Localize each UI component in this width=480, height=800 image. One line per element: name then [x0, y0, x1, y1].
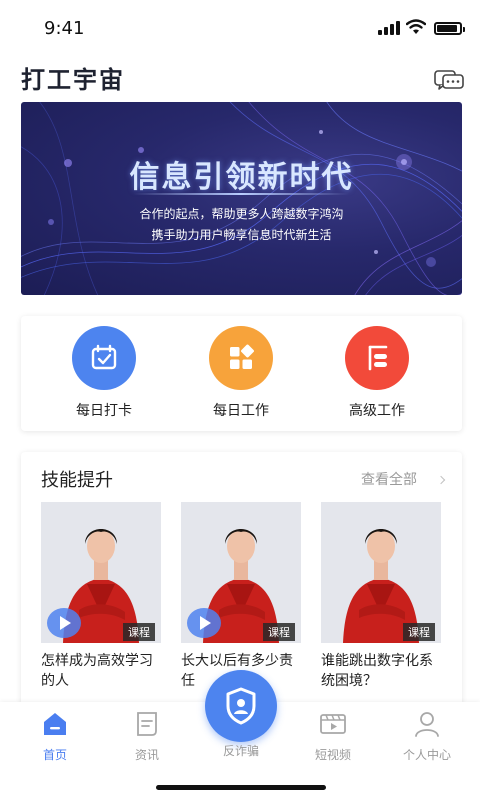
status-bar: 9:41 — [0, 0, 480, 56]
shield-user-icon — [226, 687, 256, 725]
banner-divider — [133, 193, 349, 195]
person-icon — [415, 712, 439, 737]
anti-fraud-button[interactable] — [205, 670, 277, 742]
news-icon — [137, 712, 157, 736]
video-icon — [320, 714, 346, 734]
document-list-icon — [368, 345, 388, 371]
view-all-link[interactable]: 查看全部 — [361, 469, 417, 489]
battery-icon — [434, 22, 465, 35]
app-title: 打工宇宙 — [21, 66, 125, 94]
nav-item-home[interactable]: 首页 — [15, 710, 95, 763]
home-icon — [44, 713, 66, 735]
quick-action-label: 每日打卡 — [76, 403, 132, 419]
nav-label: 资讯 — [134, 748, 159, 762]
quick-action-circle — [209, 326, 273, 390]
banner-subtitle-1: 合作的起点，帮助更多人跨越数字鸿沟 — [139, 207, 344, 221]
banner-subtitle-2: 携手助力用户畅享信息时代新生活 — [151, 228, 332, 242]
wifi-icon — [406, 19, 426, 34]
status-time: 9:41 — [44, 18, 85, 39]
play-icon[interactable] — [187, 608, 221, 638]
course-title: 谁能跳出数字化系统困境？ — [321, 653, 433, 689]
quick-action-advanced-work[interactable]: 高级工作 — [327, 326, 427, 420]
course-title: 怎样成为高效学习的人 — [41, 653, 153, 689]
nav-label: 首页 — [42, 748, 67, 762]
home-indicator — [156, 785, 326, 790]
nav-label-anti-fraud: 反诈骗 — [222, 744, 259, 758]
chat-icon[interactable] — [434, 68, 464, 92]
course-card[interactable]: 课程 长大以后有多少责任 — [181, 502, 301, 691]
course-card[interactable]: 课程 谁能跳出数字化系统困境？ — [321, 502, 441, 691]
quick-action-daily-work[interactable]: 每日工作 — [191, 326, 291, 420]
banner-title: 信息引领新时代 — [129, 160, 354, 195]
quick-action-label: 每日工作 — [213, 403, 269, 419]
course-thumbnail: 课程 — [181, 502, 301, 643]
chevron-right-icon[interactable] — [436, 475, 446, 485]
quick-action-daily-checkin[interactable]: 每日打卡 — [54, 326, 154, 420]
course-badge: 课程 — [123, 623, 155, 641]
nav-item-short-video[interactable]: 短视频 — [293, 710, 373, 763]
course-badge: 课程 — [263, 623, 295, 641]
quick-action-circle — [345, 326, 409, 390]
cellular-signal-icon — [378, 21, 402, 35]
course-thumbnail: 课程 — [321, 502, 441, 643]
presenter-photo — [321, 502, 441, 643]
quick-action-label: 高级工作 — [349, 403, 405, 419]
play-icon[interactable] — [47, 608, 81, 638]
course-card[interactable]: 课程 怎样成为高效学习的人 — [41, 502, 161, 691]
section-title: 技能提升 — [41, 470, 113, 491]
nav-label: 个人中心 — [402, 748, 451, 762]
promo-banner[interactable]: 信息引领新时代 合作的起点，帮助更多人跨越数字鸿沟 携手助力用户畅享信息时代新生… — [21, 102, 462, 295]
nav-item-profile[interactable]: 个人中心 — [387, 710, 467, 763]
banner-background — [21, 102, 462, 295]
course-badge: 课程 — [403, 623, 435, 641]
nav-item-news[interactable]: 资讯 — [107, 710, 187, 763]
grid-apps-icon — [230, 344, 254, 369]
quick-action-circle — [72, 326, 136, 390]
calendar-check-icon — [91, 344, 117, 370]
quick-actions-card: 每日打卡 每日工作 高级工作 — [21, 316, 462, 431]
nav-label: 短视频 — [314, 748, 351, 762]
course-thumbnail: 课程 — [41, 502, 161, 643]
